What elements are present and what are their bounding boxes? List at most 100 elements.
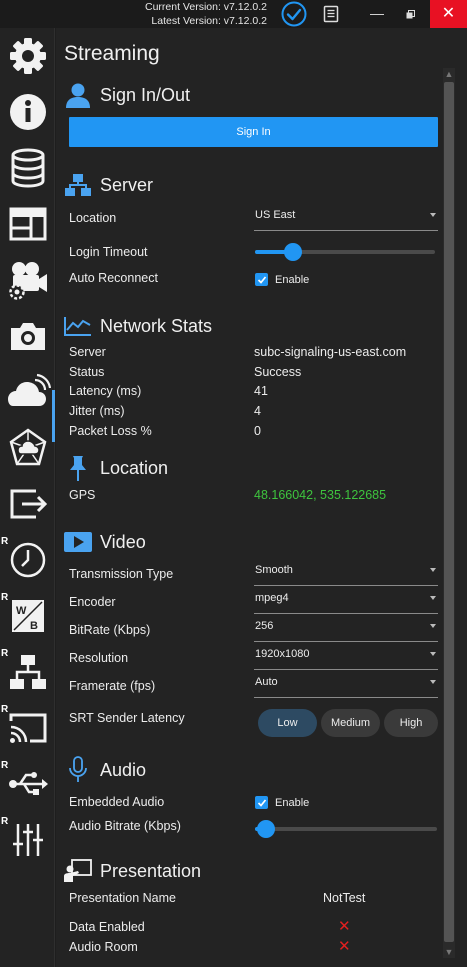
scroll-up-arrow-icon[interactable]: ▲ [443, 68, 455, 80]
presentation-section-header: Presentation [64, 856, 201, 886]
slider-thumb[interactable] [257, 820, 275, 838]
scroll-down-arrow-icon[interactable]: ▼ [443, 946, 455, 958]
transmission-type-label: Transmission Type [69, 567, 174, 581]
stat-label: Jitter (ms) [69, 404, 125, 418]
remote-badge: R [1, 760, 9, 771]
microphone-icon [64, 756, 92, 784]
cloud-streaming-icon [7, 373, 51, 406]
sidebar-item-white-balance[interactable]: R WB [0, 588, 55, 644]
stat-value: 4 [254, 404, 261, 418]
sidebar-item-info[interactable] [0, 84, 55, 140]
location-dropdown[interactable]: US East [254, 204, 438, 231]
video-section-header: Video [64, 527, 146, 557]
gps-label: GPS [69, 488, 96, 502]
export-icon [10, 489, 47, 519]
sidebar-item-network[interactable]: R [0, 644, 55, 700]
presentation-heading: Presentation [100, 860, 202, 881]
audio-bitrate-label: Audio Bitrate (Kbps) [69, 819, 181, 833]
sidebar-item-usb[interactable]: R [0, 756, 55, 812]
location-heading: Location [100, 457, 169, 478]
camera-icon [10, 323, 45, 350]
encoder-value: mpeg4 [255, 592, 289, 604]
chevron-down-icon [430, 596, 436, 600]
database-icon [11, 148, 44, 188]
sidebar-item-storage[interactable] [0, 140, 55, 196]
sidebar-item-settings[interactable] [0, 28, 55, 84]
page-title: Streaming [64, 42, 160, 65]
remote-badge: R [1, 536, 9, 547]
wb-w-letter: W [16, 605, 27, 617]
clock-icon [10, 542, 45, 578]
sidebar-item-layout[interactable] [0, 196, 55, 252]
audio-heading: Audio [100, 759, 147, 780]
remote-badge: R [1, 816, 9, 827]
slider-thumb[interactable] [284, 243, 302, 261]
presentation-name-label: Presentation Name [69, 891, 177, 905]
line-chart-icon [64, 312, 92, 340]
chevron-down-icon [430, 568, 436, 572]
stat-value: 0 [254, 424, 261, 438]
resolution-dropdown[interactable]: 1920x1080 [254, 643, 438, 670]
stat-label: Packet Loss % [69, 424, 152, 438]
bitrate-dropdown[interactable]: 256 [254, 615, 438, 642]
sidebar-item-network-cloud[interactable] [0, 420, 55, 476]
vertical-scrollbar[interactable]: ▲ ▼ [443, 68, 455, 958]
remote-badge: R [1, 648, 9, 659]
framerate-label: Framerate (fps) [69, 679, 156, 693]
embedded-audio-checkbox[interactable]: Enable [255, 796, 309, 809]
srt-latency-label: SRT Sender Latency [69, 711, 185, 725]
cast-icon [9, 713, 46, 743]
location-dropdown-value: US East [255, 209, 296, 221]
srt-medium-button[interactable]: Medium [321, 709, 380, 737]
srt-low-button[interactable]: Low [258, 709, 317, 737]
wb-b-letter: B [30, 620, 38, 632]
release-notes-book-icon[interactable] [322, 5, 340, 23]
video-play-icon [64, 528, 92, 556]
stat-label: Latency (ms) [69, 384, 142, 398]
network-stats-heading: Network Stats [100, 315, 213, 336]
presenter-board-icon [64, 857, 92, 885]
usb-icon [8, 772, 48, 795]
server-network-icon [64, 171, 92, 199]
stat-label: Status [69, 365, 105, 379]
chevron-down-icon [430, 624, 436, 628]
resolution-label: Resolution [69, 651, 129, 665]
scrollbar-thumb[interactable] [444, 82, 454, 942]
login-timeout-label: Login Timeout [69, 245, 148, 259]
framerate-dropdown[interactable]: Auto [254, 671, 438, 698]
srt-high-button[interactable]: High [384, 709, 438, 737]
remote-badge: R [1, 704, 9, 715]
sidebar-item-clock[interactable]: R [0, 532, 55, 588]
transmission-type-dropdown[interactable]: Smooth [254, 559, 438, 586]
bitrate-value: 256 [255, 620, 274, 632]
restore-button[interactable] [396, 2, 426, 26]
sidebar-item-cast[interactable]: R [0, 700, 55, 756]
current-version-text: Current Version: v7.12.0.2 [145, 1, 267, 13]
sidebar-item-camera-settings[interactable] [0, 252, 55, 308]
stat-label: Server [69, 345, 106, 359]
network-cloud-icon [9, 428, 46, 466]
network-stats-section-header: Network Stats [64, 311, 212, 341]
sidebar-item-export[interactable] [0, 476, 55, 532]
encoder-dropdown[interactable]: mpeg4 [254, 587, 438, 614]
close-button[interactable]: ✕ [430, 0, 467, 28]
sidebar-item-mixer[interactable]: R [0, 812, 55, 868]
enable-label: Enable [275, 796, 310, 809]
data-enabled-x-icon: ✕ [338, 918, 351, 935]
login-timeout-slider[interactable] [255, 243, 435, 261]
location-label: Location [69, 211, 117, 225]
server-heading: Server [100, 174, 154, 195]
remote-badge: R [1, 592, 9, 603]
up-to-date-check-icon[interactable] [281, 1, 307, 27]
sidebar-item-streaming[interactable] [0, 364, 55, 420]
signin-heading: Sign In/Out [100, 84, 191, 105]
slider-track [255, 827, 437, 831]
minimize-button[interactable]: — [362, 2, 392, 26]
auto-reconnect-checkbox[interactable]: Enable [255, 273, 309, 286]
settings-gear-icon [9, 38, 46, 74]
audio-bitrate-slider[interactable] [255, 820, 437, 838]
info-icon [9, 94, 46, 130]
sidebar-item-snapshot[interactable] [0, 308, 55, 364]
sign-in-button[interactable]: Sign In [69, 117, 438, 147]
latest-version-text: Latest Version: v7.12.0.2 [151, 15, 267, 27]
